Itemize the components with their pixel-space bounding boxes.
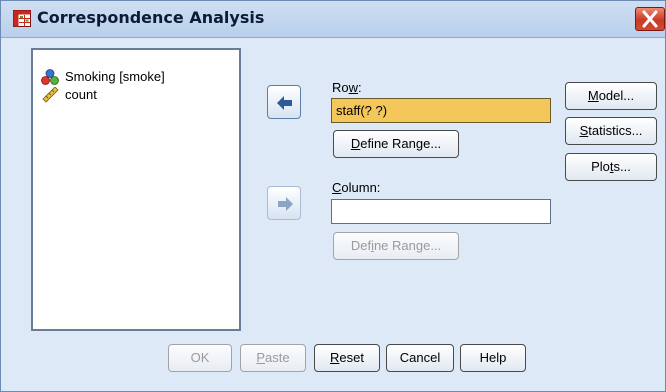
arrow-right-icon bbox=[278, 197, 293, 211]
dialog-body: Smoking [smoke] count Row: staff(? ?) De… bbox=[3, 38, 663, 391]
move-to-row-button[interactable] bbox=[267, 85, 301, 119]
reset-button[interactable]: Reset bbox=[314, 344, 380, 372]
column-define-range-button: Define Range... bbox=[333, 232, 459, 260]
title-bar[interactable]: Correspondence Analysis bbox=[1, 1, 665, 38]
source-variable-list[interactable]: Smoking [smoke] count bbox=[31, 48, 241, 331]
ok-button[interactable]: OK bbox=[168, 344, 232, 372]
scale-ruler-icon bbox=[42, 87, 59, 103]
table-grid-icon bbox=[13, 10, 31, 27]
move-to-column-button[interactable] bbox=[267, 186, 301, 220]
close-x-icon bbox=[642, 10, 658, 28]
close-button[interactable] bbox=[635, 7, 665, 31]
row-define-range-button[interactable]: Define Range... bbox=[333, 130, 459, 158]
paste-button[interactable]: Paste bbox=[240, 344, 306, 372]
list-item[interactable]: count bbox=[41, 86, 221, 104]
list-item[interactable]: Smoking [smoke] bbox=[41, 68, 221, 86]
column-label: Column: bbox=[332, 180, 381, 195]
model-button[interactable]: Model... bbox=[565, 82, 657, 110]
cancel-button[interactable]: Cancel bbox=[386, 344, 454, 372]
column-variable-field[interactable] bbox=[331, 199, 551, 224]
row-label: Row: bbox=[332, 80, 362, 95]
dialog-title: Correspondence Analysis bbox=[37, 8, 265, 27]
nominal-variable-icon bbox=[41, 69, 59, 85]
variable-label: count bbox=[65, 87, 97, 102]
help-button[interactable]: Help bbox=[460, 344, 526, 372]
correspondence-analysis-dialog: Correspondence Analysis Smoking [smoke] bbox=[0, 0, 666, 392]
plots-button[interactable]: Plots... bbox=[565, 153, 657, 181]
arrow-left-icon bbox=[277, 96, 292, 110]
row-variable-field[interactable]: staff(? ?) bbox=[331, 98, 551, 123]
variable-label: Smoking [smoke] bbox=[65, 69, 165, 84]
statistics-button[interactable]: Statistics... bbox=[565, 117, 657, 145]
